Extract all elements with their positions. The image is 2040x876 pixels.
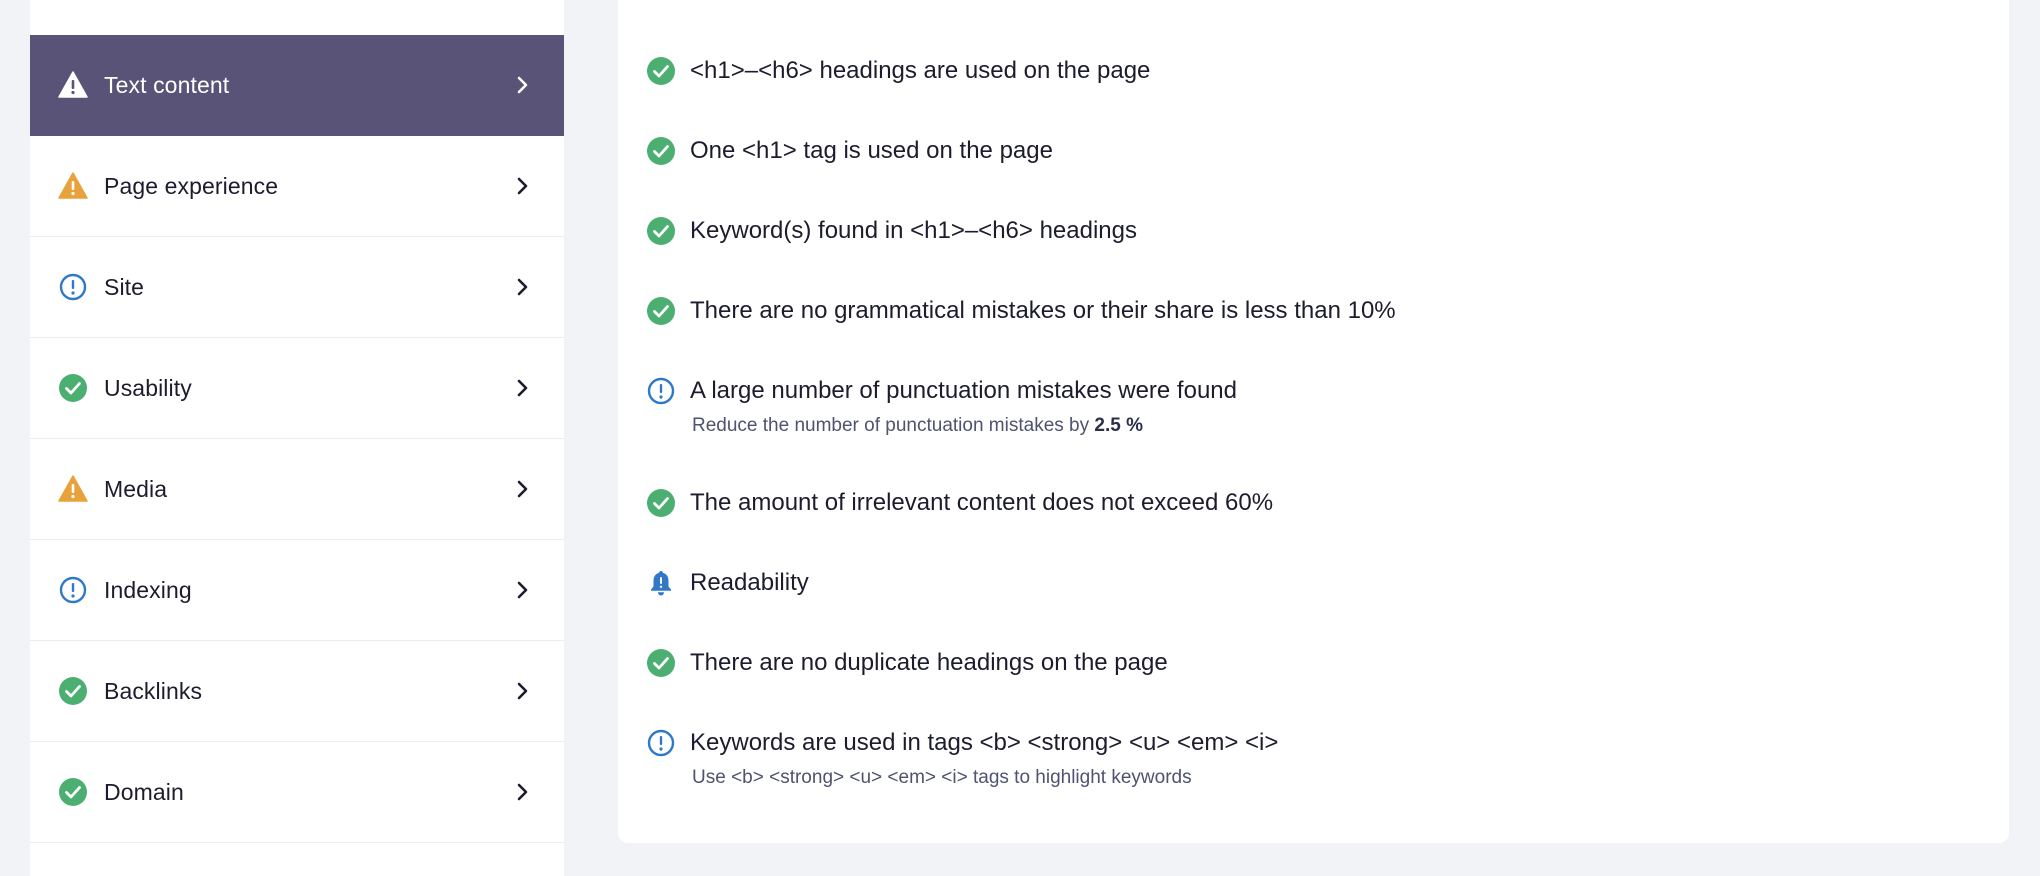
- check-item: Keyword(s) found in <h1>–<h6> headings: [646, 216, 1137, 246]
- info-icon: [646, 376, 676, 406]
- chevron-right-icon: [512, 175, 534, 197]
- check-icon: [646, 296, 676, 326]
- page: Text content Page experience Site Usabil…: [0, 0, 2040, 876]
- chevron-right-icon: [512, 276, 534, 298]
- check-title: A large number of punctuation mistakes w…: [690, 377, 1237, 404]
- sidebar-item-label: Text content: [104, 71, 230, 98]
- check-icon: [58, 777, 88, 807]
- chevron-right-icon: [512, 377, 534, 399]
- check-icon: [646, 56, 676, 86]
- check-item: A large number of punctuation mistakes w…: [646, 376, 1237, 438]
- chevron-right-icon: [512, 781, 534, 803]
- check-item: There are no grammatical mistakes or the…: [646, 296, 1396, 326]
- warning-icon: [58, 70, 88, 100]
- check-item: One <h1> tag is used on the page: [646, 136, 1053, 166]
- sidebar-item-label: Page experience: [104, 172, 279, 199]
- sidebar-item-label: Domain: [104, 778, 184, 805]
- info-icon: [58, 272, 88, 302]
- sidebar-item-label: Indexing: [104, 576, 192, 603]
- bell-icon: [646, 568, 676, 598]
- check-title: The amount of irrelevant content does no…: [690, 489, 1274, 516]
- sidebar-item-indexing[interactable]: Indexing: [30, 540, 564, 641]
- check-icon: [646, 488, 676, 518]
- sidebar-item-page-experience[interactable]: Page experience: [30, 136, 564, 237]
- sidebar-item-backlinks[interactable]: Backlinks: [30, 641, 564, 742]
- sidebar-item-domain[interactable]: Domain: [30, 742, 564, 843]
- sidebar-item-label: Backlinks: [104, 677, 203, 704]
- check-item: Readability: [646, 568, 809, 598]
- sidebar-item-label: Media: [104, 475, 168, 502]
- check-title: There are no grammatical mistakes or the…: [690, 297, 1396, 324]
- warning-icon: [58, 171, 88, 201]
- check-hint: Reduce the number of punctuation mistake…: [692, 414, 1237, 438]
- checks-panel: <h1>–<h6> headings are used on the page …: [618, 0, 2009, 843]
- warning-icon: [58, 474, 88, 504]
- chevron-right-icon: [512, 478, 534, 500]
- sidebar-item-label: Site: [104, 273, 145, 300]
- check-title: Readability: [690, 569, 809, 596]
- info-icon: [646, 728, 676, 758]
- check-hint: Use <b> <strong> <u> <em> <i> tags to hi…: [692, 767, 1192, 788]
- check-icon: [646, 216, 676, 246]
- check-item: There are no duplicate headings on the p…: [646, 648, 1168, 678]
- info-icon: [58, 575, 88, 605]
- chevron-right-icon: [512, 680, 534, 702]
- check-hint-value: 2.5 %: [1094, 415, 1143, 436]
- chevron-right-icon: [512, 74, 534, 96]
- sidebar-item-media[interactable]: Media: [30, 439, 564, 540]
- check-title: Keywords are used in tags <b> <strong> <…: [690, 729, 1279, 756]
- check-title: Keyword(s) found in <h1>–<h6> headings: [690, 217, 1137, 244]
- chevron-right-icon: [512, 579, 534, 601]
- check-item: <h1>–<h6> headings are used on the page: [646, 56, 1150, 86]
- check-icon: [646, 136, 676, 166]
- check-icon: [646, 648, 676, 678]
- check-title: There are no duplicate headings on the p…: [690, 649, 1168, 676]
- check-icon: [58, 373, 88, 403]
- sidebar-top-spacer: [30, 0, 564, 35]
- check-icon: [58, 676, 88, 706]
- check-title: One <h1> tag is used on the page: [690, 137, 1053, 164]
- check-item: The amount of irrelevant content does no…: [646, 488, 1273, 518]
- sidebar-item-site[interactable]: Site: [30, 237, 564, 338]
- sidebar-item-usability[interactable]: Usability: [30, 338, 564, 439]
- sidebar-item-label: Usability: [104, 374, 192, 401]
- sidebar: Text content Page experience Site Usabil…: [30, 0, 564, 876]
- sidebar-item-text-content[interactable]: Text content: [30, 35, 564, 136]
- check-hint-text: Reduce the number of punctuation mistake…: [692, 415, 1095, 436]
- check-title: <h1>–<h6> headings are used on the page: [690, 57, 1151, 84]
- check-item: Keywords are used in tags <b> <strong> <…: [646, 728, 1278, 790]
